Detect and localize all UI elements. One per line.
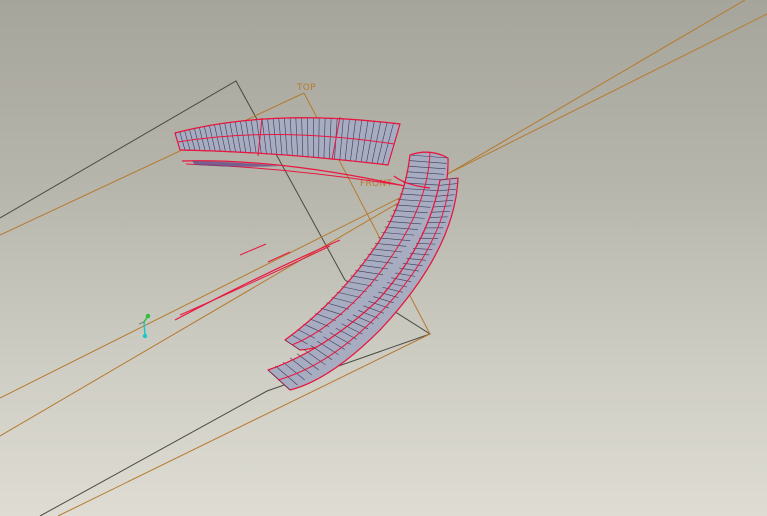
csys-triad-icon[interactable] xyxy=(138,313,151,339)
model-scene[interactable]: TOP FRONT xyxy=(0,0,767,516)
datum-label-top: TOP xyxy=(296,83,316,93)
sliver-surface-upper[interactable] xyxy=(181,160,436,194)
top-surface-patch[interactable] xyxy=(174,116,401,166)
graphics-window[interactable]: TOP FRONT xyxy=(0,0,767,516)
